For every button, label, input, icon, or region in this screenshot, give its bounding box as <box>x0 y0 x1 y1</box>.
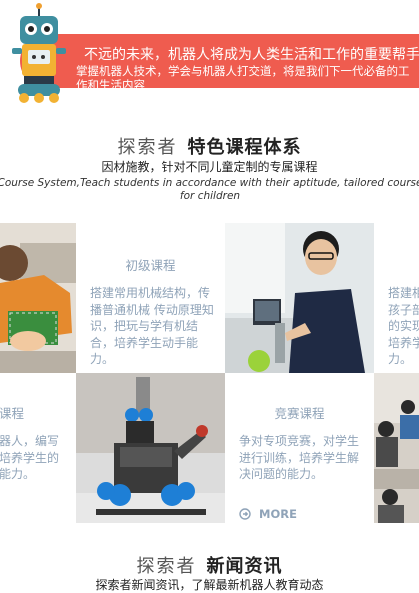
boy-with-laptop-photo <box>225 223 374 373</box>
banner-headline: 不远的未来，机器人将成为人类生活和工作的重要帮手 <box>84 47 419 63</box>
news-title-bold: 新闻资讯 <box>206 556 283 577</box>
robot-kit-photo <box>76 373 225 523</box>
course-card-left-partial[interactable]: 课程 器人，编写培养学生的能力。 <box>0 373 76 523</box>
more-label: MORE <box>259 507 297 521</box>
course-card-beginner[interactable]: 初级课程 搭建常用机械结构，传播普通机械 传动原理知识，把玩与学有机结合，培养学… <box>76 223 225 373</box>
courses-section-title: 探索者 特色课程体系 <box>0 133 419 159</box>
course-card-competition[interactable]: 竞赛课程 争对专项竞赛，对学生进行训练，培养学生解决问题的能力。 MORE <box>225 373 374 523</box>
child-building-robot-photo <box>0 223 76 373</box>
news-section-title: 探索者 新闻资讯 <box>0 552 419 578</box>
course-title-left-partial: 课程 <box>0 406 25 421</box>
courses-subtitle-en: Course System,Teach students in accordan… <box>0 177 419 202</box>
robot-mascot-icon <box>12 3 66 103</box>
courses-subtitle-cn: 因材施教，针对不同儿童定制的专属课程 <box>101 160 318 174</box>
more-link[interactable]: MORE <box>239 507 297 521</box>
course-title-beginner: 初级课程 <box>125 258 176 273</box>
news-title-light: 探索者 <box>136 556 197 577</box>
course-desc-competition: 争对专项竞赛，对学生进行训练，培养学生解决问题的能力。 <box>239 434 360 481</box>
course-title-competition: 竞赛课程 <box>274 406 325 421</box>
course-desc-right-partial: 搭建相让孩子部中的实现机培养学能力。 <box>388 286 419 366</box>
banner-subline: 掌握机器人技术，学会与机器人打交道，将是我们下一代必备的工作和生活内容 <box>76 64 410 92</box>
classroom-photo <box>374 373 419 523</box>
courses-title-bold: 特色课程体系 <box>187 137 302 158</box>
top-banner: 不远的未来，机器人将成为人类生活和工作的重要帮手 掌握机器人技术，学会与机器人打… <box>0 0 419 112</box>
course-card-right-partial[interactable]: 搭建相让孩子部中的实现机培养学能力。 <box>374 223 419 373</box>
arrow-circle-icon <box>239 508 251 520</box>
news-subtitle-cn: 探索者新闻资讯，了解最新机器人教育动态 <box>95 578 324 592</box>
courses-title-light: 探索者 <box>117 137 178 158</box>
course-desc-beginner: 搭建常用机械结构，传播普通机械 传动原理知识，把玩与学有机结合，培养学生动手能力… <box>90 286 214 366</box>
course-desc-left-partial: 器人，编写培养学生的能力。 <box>0 434 60 481</box>
